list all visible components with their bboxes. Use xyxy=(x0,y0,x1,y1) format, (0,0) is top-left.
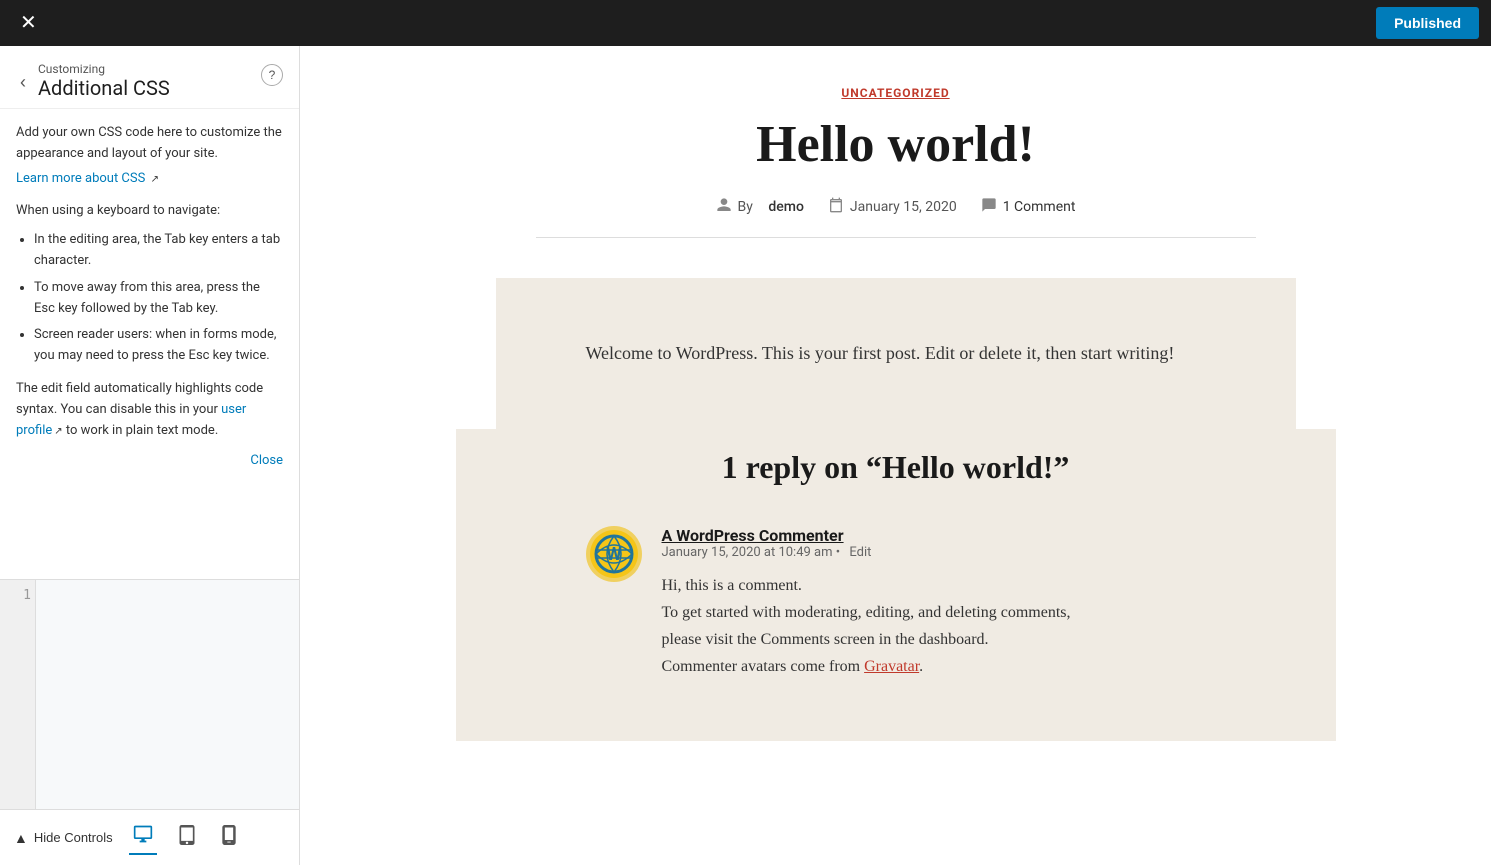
close-button[interactable]: ✕ xyxy=(12,9,45,37)
author-icon xyxy=(716,197,732,217)
comments-link[interactable]: 1 Comment xyxy=(1003,199,1076,215)
sidebar-bottom: ▲ Hide Controls xyxy=(0,809,299,865)
post-body-section: Welcome to WordPress. This is your first… xyxy=(496,278,1296,740)
help-button[interactable]: ? xyxy=(261,64,283,86)
mobile-view-button[interactable] xyxy=(217,821,241,854)
commenter-avatar: W xyxy=(586,526,642,582)
external-link-icon: ↗ xyxy=(151,174,159,185)
desktop-view-button[interactable] xyxy=(129,820,157,855)
back-button[interactable]: ‹ xyxy=(16,70,30,95)
comments-meta: 1 Comment xyxy=(981,197,1076,217)
hide-controls-button[interactable]: ▲ Hide Controls xyxy=(14,830,113,846)
keyboard-nav-list: In the editing area, the Tab key enters … xyxy=(16,230,283,367)
comment-author-name[interactable]: A WordPress Commenter xyxy=(662,526,1206,545)
comment-edit-link[interactable]: Edit xyxy=(849,545,871,560)
post-meta: By demo January 15, 2020 1 Comment xyxy=(536,197,1256,238)
comment-date: January 15, 2020 at 10:49 am • Edit xyxy=(662,545,1206,560)
line-number-1: 1 xyxy=(4,588,31,603)
preview-area: UNCATEGORIZED Hello world! By demo Janua… xyxy=(300,46,1491,865)
external-icon-profile: ↗ xyxy=(54,426,62,437)
post-content: UNCATEGORIZED Hello world! By demo Janua… xyxy=(496,86,1296,741)
customizing-label: Customizing xyxy=(38,62,170,76)
tablet-view-button[interactable] xyxy=(173,821,201,854)
author-link[interactable]: demo xyxy=(768,199,804,215)
author-prefix: By xyxy=(738,199,753,215)
keyboard-item-3: Screen reader users: when in forms mode,… xyxy=(34,325,283,367)
hide-controls-label: Hide Controls xyxy=(34,830,113,845)
calendar-icon xyxy=(828,197,844,217)
sidebar-header: ‹ Customizing Additional CSS ? xyxy=(0,46,299,109)
post-category[interactable]: UNCATEGORIZED xyxy=(536,86,1256,100)
learn-more-text: Learn more about CSS ↗ xyxy=(16,169,283,190)
css-editor-area: 1 xyxy=(0,579,299,809)
comment-item: W A WordPress Commenter xyxy=(586,526,1206,681)
sidebar-header-left: ‹ Customizing Additional CSS xyxy=(16,62,170,100)
comments-section: 1 reply on “Hello world!” W xyxy=(456,429,1336,741)
comment-content: A WordPress Commenter January 15, 2020 a… xyxy=(662,526,1206,681)
date-meta: January 15, 2020 xyxy=(828,197,957,217)
line-numbers: 1 xyxy=(0,580,36,809)
keyboard-item-1: In the editing area, the Tab key enters … xyxy=(34,230,283,272)
main-layout: ‹ Customizing Additional CSS ? Add your … xyxy=(0,46,1491,865)
sidebar-title-group: Customizing Additional CSS xyxy=(38,62,170,100)
published-button[interactable]: Published xyxy=(1376,7,1479,39)
top-bar: ✕ Published xyxy=(0,0,1491,46)
gravatar-link[interactable]: Gravatar xyxy=(864,658,919,675)
auto-highlight-text: The edit field automatically highlights … xyxy=(16,379,283,441)
keyboard-heading: When using a keyboard to navigate: xyxy=(16,201,283,222)
post-body-text: Welcome to WordPress. This is your first… xyxy=(586,338,1206,369)
learn-more-link[interactable]: Learn more about CSS xyxy=(16,171,145,186)
description-text: Add your own CSS code here to customize … xyxy=(16,123,283,165)
post-title: Hello world! xyxy=(536,116,1256,173)
post-date: January 15, 2020 xyxy=(850,199,957,215)
close-link[interactable]: Close xyxy=(16,451,283,472)
sidebar: ‹ Customizing Additional CSS ? Add your … xyxy=(0,46,300,865)
comment-icon xyxy=(981,197,997,217)
css-input[interactable] xyxy=(36,580,299,809)
comment-text: Hi, this is a comment. To get started wi… xyxy=(662,572,1206,681)
keyboard-item-2: To move away from this area, press the E… xyxy=(34,278,283,320)
comments-title: 1 reply on “Hello world!” xyxy=(586,449,1206,486)
hide-controls-icon: ▲ xyxy=(14,830,28,846)
author-meta: By demo xyxy=(716,197,804,217)
post-body-inner: Welcome to WordPress. This is your first… xyxy=(546,338,1246,429)
additional-css-title: Additional CSS xyxy=(38,76,170,100)
sidebar-content: Add your own CSS code here to customize … xyxy=(0,109,299,579)
comments-inner: 1 reply on “Hello world!” W xyxy=(546,449,1246,681)
